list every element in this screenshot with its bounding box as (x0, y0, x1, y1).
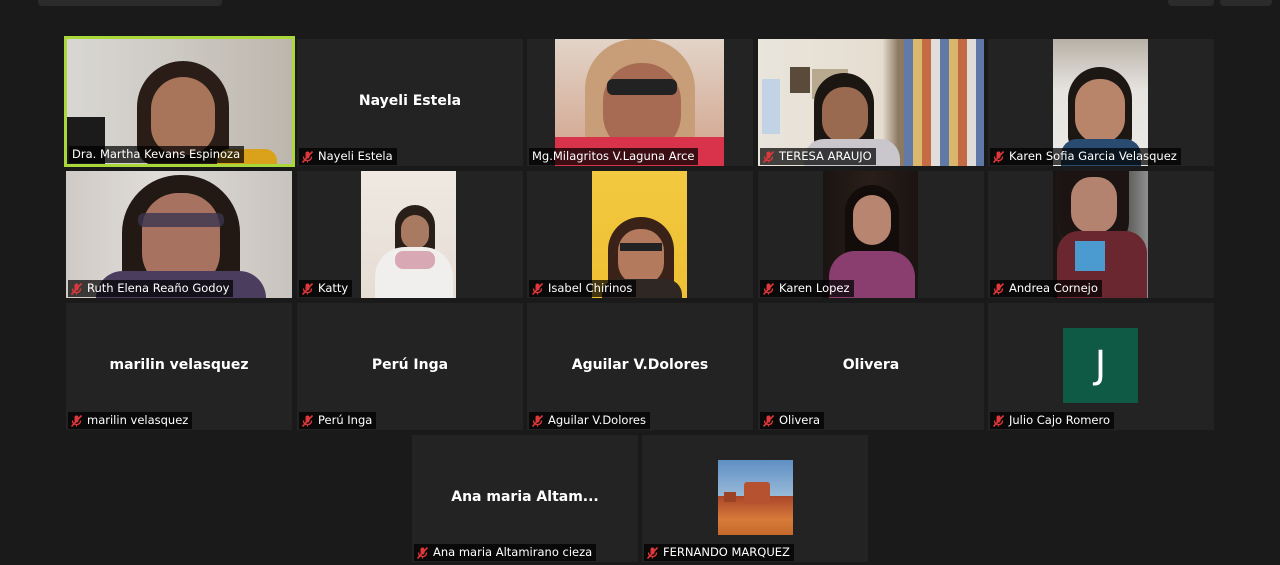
muted-mic-icon (763, 282, 774, 295)
participant-name-tag: Ruth Elena Reaño Godoy (68, 280, 234, 297)
participant-name: Aguilar V.Dolores (548, 413, 646, 427)
view-button[interactable] (1168, 0, 1214, 6)
video-feed (758, 39, 984, 166)
participant-name: Ruth Elena Reaño Godoy (87, 281, 230, 295)
muted-mic-icon (302, 282, 313, 295)
participant-name: TERESA ARAUJO (779, 149, 872, 163)
participant-name-tag: Isabel Chirinos (529, 280, 637, 297)
muted-mic-icon (71, 282, 82, 295)
participant-name-tag: Olivera (760, 412, 825, 429)
muted-mic-icon (532, 282, 543, 295)
participant-display-name: marilin velasquez (109, 357, 249, 373)
participant-name: Karen Lopez (779, 281, 850, 295)
muted-mic-icon (993, 282, 1004, 295)
participant-tile[interactable]: Dra. Martha Kevans Espinoza (64, 36, 295, 167)
participant-tile[interactable]: Andrea Cornejo (988, 171, 1214, 298)
participant-name: Perú Inga (318, 413, 373, 427)
participant-tile[interactable]: Ana maria Altam... Ana maria Altamirano … (412, 435, 638, 562)
participant-display-name: Perú Inga (371, 357, 449, 373)
participant-name-tag: Karen Lopez (760, 280, 854, 297)
participant-tile[interactable]: marilin velasquez marilin velasquez (66, 303, 292, 430)
participant-name-tag: Mg.Milagritos V.Laguna Arce (529, 148, 699, 165)
participant-name-tag: Andrea Cornejo (990, 280, 1102, 297)
video-feed (361, 171, 456, 298)
participant-name: Ana maria Altamirano cieza (433, 545, 593, 559)
participant-name-tag: Aguilar V.Dolores (529, 412, 650, 429)
participant-display-name: Aguilar V.Dolores (571, 357, 709, 373)
muted-mic-icon (993, 150, 1004, 163)
video-feed (1053, 39, 1148, 166)
participant-name-tag: FERNANDO MARQUEZ (644, 544, 794, 561)
participant-name-tag: Ana maria Altamirano cieza (414, 544, 597, 561)
muted-mic-icon (302, 414, 313, 427)
muted-mic-icon (532, 414, 543, 427)
participant-display-name: Olivera (842, 357, 900, 373)
video-feed (823, 171, 918, 298)
video-feed (1053, 171, 1148, 298)
view-button[interactable] (1220, 0, 1272, 6)
muted-mic-icon (71, 414, 82, 427)
muted-mic-icon (647, 546, 658, 559)
participant-tile[interactable]: Perú Inga Perú Inga (297, 303, 523, 430)
top-toolbar-strip (0, 0, 1280, 8)
muted-mic-icon (417, 546, 428, 559)
participant-tile[interactable]: Karen Sofia Garcia Velasquez (988, 39, 1214, 166)
participant-tile[interactable]: FERNANDO MARQUEZ (642, 435, 868, 562)
participant-tile[interactable]: Isabel Chirinos (527, 171, 753, 298)
participant-name: marilin velasquez (87, 413, 189, 427)
participant-name: Mg.Milagritos V.Laguna Arce (532, 149, 695, 163)
participant-name-tag: Perú Inga (299, 412, 377, 429)
participant-name-tag: Julio Cajo Romero (990, 412, 1115, 429)
participant-name-tag: TERESA ARAUJO (760, 148, 876, 165)
participant-tile[interactable]: Aguilar V.Dolores Aguilar V.Dolores (527, 303, 753, 430)
muted-mic-icon (993, 414, 1004, 427)
profile-picture (718, 460, 793, 535)
participant-name: Nayeli Estela (318, 149, 393, 163)
participant-name: Andrea Cornejo (1009, 281, 1098, 295)
avatar: J (1063, 328, 1138, 403)
participant-tile[interactable]: TERESA ARAUJO (758, 39, 984, 166)
muted-mic-icon (763, 414, 774, 427)
participant-name-tag: Karen Sofia Garcia Velasquez (990, 148, 1181, 165)
video-feed (555, 39, 724, 166)
participant-name: Julio Cajo Romero (1009, 413, 1111, 427)
participant-name: Olivera (779, 413, 821, 427)
participant-name-tag: Dra. Martha Kevans Espinoza (69, 146, 245, 163)
participant-name-tag: marilin velasquez (68, 412, 193, 429)
participant-tile[interactable]: Nayeli Estela Nayeli Estela (297, 39, 523, 166)
participant-name: Katty (318, 281, 349, 295)
participant-tile[interactable]: Katty (297, 171, 523, 298)
participant-display-name: Ana maria Altam... (451, 489, 599, 505)
muted-mic-icon (302, 150, 313, 163)
participant-name: Karen Sofia Garcia Velasquez (1009, 149, 1177, 163)
participant-name: FERNANDO MARQUEZ (663, 545, 790, 559)
participant-tile[interactable]: Mg.Milagritos V.Laguna Arce (527, 39, 753, 166)
meeting-info-bar[interactable] (38, 0, 222, 6)
participant-name-tag: Nayeli Estela (299, 148, 397, 165)
participant-tile[interactable]: J Julio Cajo Romero (988, 303, 1214, 430)
participant-name: Isabel Chirinos (548, 281, 633, 295)
participant-tile[interactable]: Ruth Elena Reaño Godoy (66, 171, 292, 298)
video-feed (592, 171, 687, 298)
participant-tile[interactable]: Karen Lopez (758, 171, 984, 298)
participant-tile[interactable]: Olivera Olivera (758, 303, 984, 430)
participant-display-name: Nayeli Estela (358, 93, 462, 109)
muted-mic-icon (763, 150, 774, 163)
video-feed (66, 171, 292, 298)
participant-name: Dra. Martha Kevans Espinoza (72, 147, 241, 161)
participant-name-tag: Katty (299, 280, 353, 297)
